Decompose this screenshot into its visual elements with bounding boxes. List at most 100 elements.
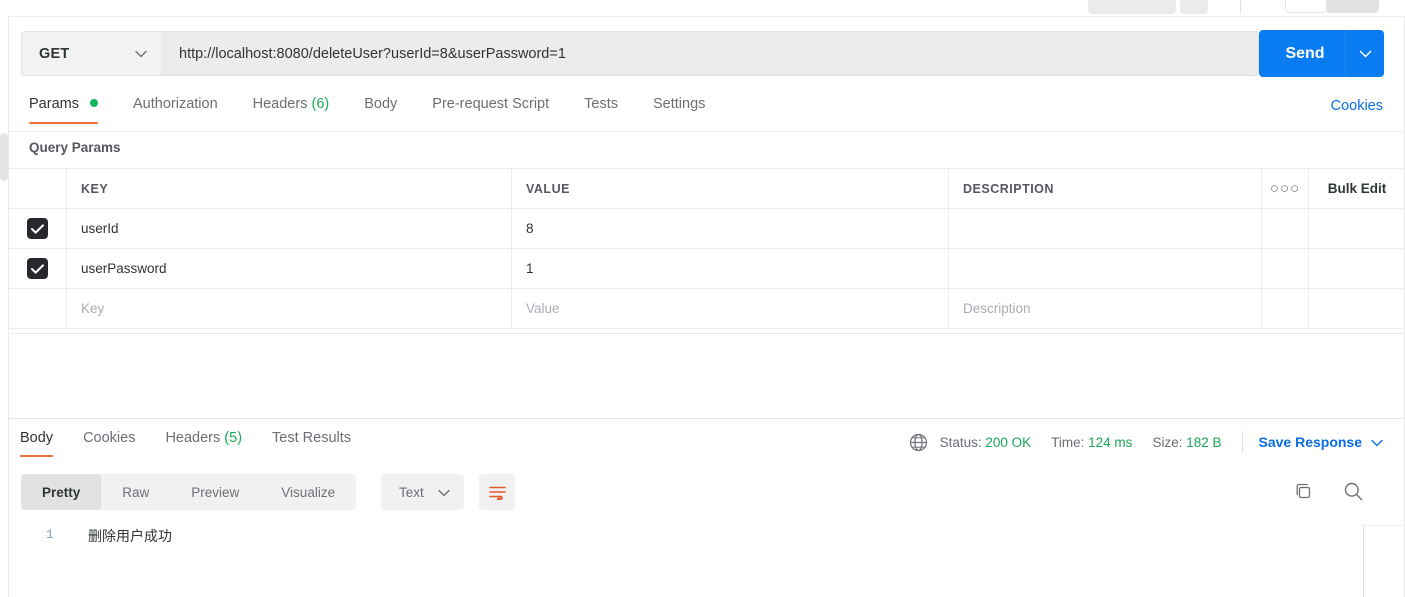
save-response-label: Save Response [1258, 434, 1363, 450]
param-key-input[interactable]: userPassword [67, 249, 512, 288]
tab-body[interactable]: Body [364, 96, 397, 124]
tab-params-label: Params [29, 96, 79, 112]
tab-headers-count: (6) [311, 96, 330, 112]
response-tab-test-results-label: Test Results [272, 430, 352, 446]
ellipsis-glyph: ○○○ [1269, 180, 1301, 197]
row-checkbox-cell [9, 249, 67, 288]
response-pane-separator [9, 418, 1405, 419]
response-meta: Status: 200 OK Time: 124 ms Size: 182 B … [909, 431, 1383, 453]
tab-settings[interactable]: Settings [653, 96, 705, 124]
time-badge: Time: 124 ms [1051, 435, 1132, 450]
send-button[interactable]: Send [1259, 30, 1384, 77]
top-partial-button-a[interactable] [1088, 0, 1176, 14]
tab-settings-label: Settings [652, 96, 706, 112]
response-tabs: Body Cookies Headers (5) Test Results [20, 430, 381, 457]
save-response-button[interactable]: Save Response [1259, 434, 1384, 450]
header-rule [8, 16, 1405, 17]
response-tab-cookies[interactable]: Cookies [83, 430, 135, 457]
status-value: 200 OK [985, 434, 1032, 450]
tab-tests[interactable]: Tests [584, 96, 618, 124]
status-label: Status: [939, 434, 982, 450]
view-mode-raw[interactable]: Raw [101, 474, 170, 510]
globe-icon [909, 433, 928, 452]
table-header-row: KEY VALUE DESCRIPTION ○○○ Bulk Edit [9, 168, 1405, 209]
response-format-dropdown[interactable]: Text [381, 474, 464, 510]
tab-headers[interactable]: Headers (6) [253, 96, 330, 124]
row-spacer-bulk [1309, 249, 1405, 288]
table-options-ellipsis-icon[interactable]: ○○○ [1262, 169, 1309, 208]
cookies-link[interactable]: Cookies [1331, 98, 1383, 114]
view-mode-visualize[interactable]: Visualize [260, 474, 356, 510]
new-param-description-input[interactable]: Description [949, 289, 1262, 328]
row-spacer-dots [1262, 209, 1309, 248]
send-button-label: Send [1285, 44, 1325, 62]
view-mode-pretty[interactable]: Pretty [21, 474, 102, 510]
row-checkbox-cell [9, 209, 67, 248]
empty-row-spacer-bulk [1309, 289, 1405, 328]
request-tabs: Params Authorization Headers (6) Body Pr… [29, 96, 740, 124]
header-key: KEY [67, 169, 512, 208]
line-number: 1 [46, 527, 54, 542]
param-description-input[interactable] [949, 209, 1262, 248]
top-partial-button-d[interactable] [1327, 0, 1379, 13]
tab-params[interactable]: Params [29, 96, 98, 124]
param-description-input[interactable] [949, 249, 1262, 288]
http-method-dropdown[interactable]: GET [21, 31, 161, 76]
response-tab-body[interactable]: Body [20, 430, 54, 457]
chevron-down-icon [1371, 434, 1383, 450]
send-options-chevron-down-icon[interactable] [1346, 50, 1384, 58]
header-checkbox-cell [9, 169, 67, 208]
param-enabled-checkbox[interactable] [27, 258, 48, 279]
table-row: userId 8 [9, 208, 1405, 249]
tab-authorization[interactable]: Authorization [133, 96, 218, 124]
top-partial-button-b[interactable] [1180, 0, 1208, 14]
left-scrollbar-thumb[interactable] [0, 133, 8, 181]
query-params-table: KEY VALUE DESCRIPTION ○○○ Bulk Edit user… [9, 168, 1405, 329]
search-icon[interactable] [1343, 481, 1364, 507]
param-key-input[interactable]: userId [67, 209, 512, 248]
view-mode-preview[interactable]: Preview [170, 474, 260, 510]
row-spacer-bulk [1309, 209, 1405, 248]
request-tabs-rule [9, 131, 1405, 132]
query-params-title: Query Params [29, 140, 121, 155]
tab-pre-request-script[interactable]: Pre-request Script [432, 96, 549, 124]
param-value-input[interactable]: 8 [512, 209, 949, 248]
size-value: 182 B [1186, 434, 1222, 450]
copy-icon[interactable] [1294, 482, 1314, 507]
response-tab-headers[interactable]: Headers (5) [165, 430, 242, 457]
params-active-dot-icon [90, 99, 98, 108]
table-row: userPassword 1 [9, 248, 1405, 289]
body-scrollbar-track[interactable] [1363, 525, 1364, 597]
status-badge: Status: 200 OK [940, 435, 1032, 450]
body-scroll-corner-top [1363, 525, 1405, 526]
bulk-edit-label: Bulk Edit [1327, 181, 1387, 196]
response-body-text: 删除用户成功 [88, 528, 172, 544]
param-enabled-checkbox[interactable] [27, 218, 48, 239]
chevron-down-icon [135, 45, 147, 63]
bulk-edit-button[interactable]: Bulk Edit [1309, 169, 1405, 208]
row-spacer-dots [1262, 249, 1309, 288]
top-cutoff-strip [0, 0, 1405, 17]
new-param-key-input[interactable]: Key [67, 289, 512, 328]
left-rail [0, 0, 8, 597]
response-body-area[interactable] [9, 519, 1363, 597]
time-label: Time: [1051, 434, 1085, 450]
chevron-down-icon [438, 485, 450, 500]
response-tab-cookies-label: Cookies [83, 430, 136, 446]
tab-body-label: Body [364, 96, 398, 112]
size-label: Size: [1152, 434, 1183, 450]
top-partial-button-c[interactable] [1285, 0, 1327, 13]
param-value-input[interactable]: 1 [512, 249, 949, 288]
table-bottom-rule [9, 333, 1405, 334]
meta-divider [1241, 431, 1243, 453]
size-badge: Size: 182 B [1152, 435, 1221, 450]
empty-row-checkbox-cell [9, 289, 67, 328]
wrap-lines-icon[interactable] [479, 474, 515, 510]
tab-headers-label: Headers [252, 96, 308, 112]
url-input[interactable]: http://localhost:8080/deleteUser?userId=… [161, 31, 1259, 76]
table-row-empty: Key Value Description [9, 288, 1405, 329]
tab-tests-label: Tests [584, 96, 618, 112]
response-tab-test-results[interactable]: Test Results [272, 430, 351, 457]
response-view-mode-group: Pretty Raw Preview Visualize [21, 474, 357, 510]
new-param-value-input[interactable]: Value [512, 289, 949, 328]
